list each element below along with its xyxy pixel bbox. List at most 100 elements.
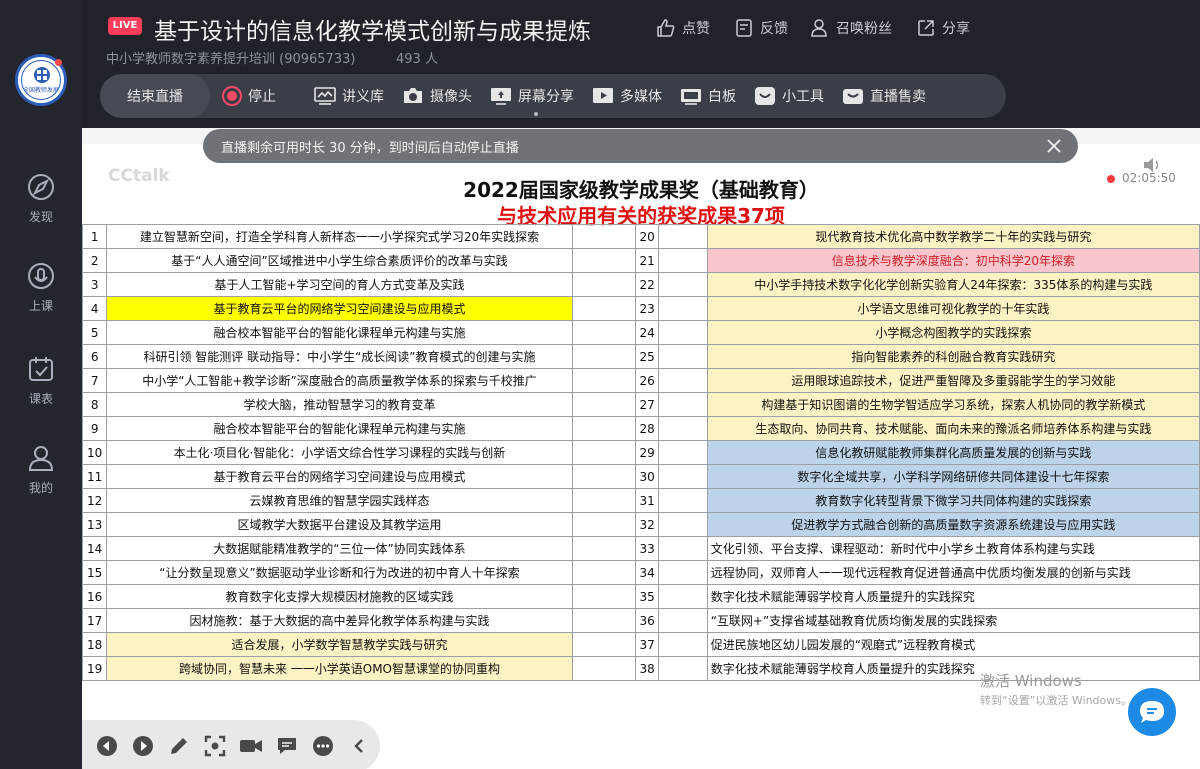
feedback-button[interactable]: 反馈 <box>734 18 788 38</box>
tools-label: 小工具 <box>782 89 824 105</box>
course-subtitle: 中小学教师数字素养提升培训 (90965733) <box>106 52 356 67</box>
tools-button[interactable]: 小工具 <box>754 86 824 106</box>
spacer-cell <box>571 464 636 489</box>
row-number: 16 <box>82 584 108 609</box>
award-title: 数字化全域共享，小学科学网络研修共同体建设十七年探索 <box>706 464 1200 489</box>
stop-record-icon <box>222 86 242 106</box>
row-number: 29 <box>634 440 660 465</box>
summon-fans-label: 召唤粉丝 <box>836 21 892 37</box>
row-number: 19 <box>82 656 108 681</box>
spacer-cell <box>571 344 636 369</box>
previous-button[interactable] <box>94 733 120 759</box>
left-sidebar: 全国教师发展 发现 上课 课表 我的 <box>0 0 82 769</box>
chat-bubble-icon <box>1140 701 1164 723</box>
screen-share-button[interactable]: 屏幕分享 <box>490 86 574 116</box>
spacer-cell <box>658 320 708 345</box>
row-number: 1 <box>82 224 108 249</box>
award-title: 基于教育云平台的网络学习空间建设与应用模式 <box>106 464 573 489</box>
share-icon <box>918 20 934 36</box>
live-badge: LIVE <box>108 17 142 35</box>
table-row: 9 融合校本智能平台的智能化课程单元构建与实施 28 生态取向、协同共育、技术赋能、面… <box>82 416 1200 441</box>
collapse-button[interactable] <box>346 733 372 759</box>
spacer-cell <box>571 296 636 321</box>
award-title: 运用眼球追踪技术，促进严重智障及多重弱能学生的学习效能 <box>706 368 1200 393</box>
screenshot-icon <box>204 735 226 757</box>
row-number: 4 <box>82 296 108 321</box>
chat-button[interactable] <box>1128 688 1176 736</box>
screen-share-label: 屏幕分享 <box>518 89 574 105</box>
spacer-cell <box>658 344 708 369</box>
emblem-icon <box>34 67 50 83</box>
sidebar-item-class[interactable]: 上课 <box>0 261 82 314</box>
presentation-controls <box>82 720 380 769</box>
spacer-cell <box>658 416 708 441</box>
recording-time: 02:05:50 <box>1122 171 1176 185</box>
award-title: 科研引领 智能测评 联动指导：中小学生“成长阅读”教育模式的创建与实施 <box>106 344 573 369</box>
close-icon[interactable] <box>1044 136 1064 156</box>
sidebar-item-label: 发现 <box>28 210 53 224</box>
lecture-library-button[interactable]: 讲义库 <box>314 86 384 106</box>
comment-button[interactable] <box>274 733 300 759</box>
share-label: 分享 <box>942 21 970 37</box>
pen-button[interactable] <box>166 733 192 759</box>
spacer-cell <box>658 608 708 633</box>
multimedia-button[interactable]: 多媒体 <box>592 86 662 106</box>
row-number: 37 <box>634 632 660 657</box>
next-button[interactable] <box>130 733 156 759</box>
feedback-label: 反馈 <box>760 21 788 37</box>
table-row: 11 基于教育云平台的网络学习空间建设与应用模式 30 数字化全域共享，小学科学网络研… <box>82 464 1200 489</box>
award-title: 促进民族地区幼儿园发展的“观磨式”远程教育模式 <box>706 632 1200 657</box>
award-title: 现代教育技术优化高中数学教学二十年的实践与研究 <box>706 224 1200 249</box>
end-live-button[interactable]: 结束直播 <box>100 74 210 118</box>
stop-button[interactable]: 停止 <box>222 86 276 106</box>
award-title: 大数据赋能精准教学的“三位一体”协同实践体系 <box>106 536 573 561</box>
spacer-cell <box>571 512 636 537</box>
summon-fans-button[interactable]: 召唤粉丝 <box>810 18 892 38</box>
spacer-cell <box>658 656 708 681</box>
award-title: 区域教学大数据平台建设及其教学运用 <box>106 512 573 537</box>
live-sales-label: 直播售卖 <box>870 89 926 105</box>
award-title: 基于教育云平台的网络学习空间建设与应用模式 <box>106 296 573 321</box>
sidebar-item-profile[interactable]: 我的 <box>0 443 82 496</box>
table-row: 3 基于人工智能+学习空间的育人方式变革及实践 22 中小学手持技术数字化化学创新实验… <box>82 272 1200 297</box>
feedback-icon <box>736 19 752 37</box>
table-row: 17 因材施教：基于大数据的高中差异化教学体系构建与实践 36 “互联网+”支撑省域基… <box>82 608 1200 633</box>
windows-activation-title: 激活 Windows <box>980 672 1082 690</box>
slides-icon <box>314 87 336 105</box>
award-title: 中小学手持技术数字化化学创新实验育人24年探索：335体系的构建与实践 <box>706 272 1200 297</box>
row-number: 27 <box>634 392 660 417</box>
row-number: 18 <box>82 632 108 657</box>
sidebar-item-discover[interactable]: 发现 <box>0 172 82 225</box>
row-number: 25 <box>634 344 660 369</box>
table-row: 15 “让分数呈现意义”数据驱动学业诊断和行为改进的初中育人十年探索 34 远程协同，… <box>82 560 1200 585</box>
row-number: 3 <box>82 272 108 297</box>
table-row: 8 学校大脑，推动智慧学习的教育变革 27 构建基于知识图谱的生物学智适应学习系统，探… <box>82 392 1200 417</box>
spacer-cell <box>658 296 708 321</box>
spacer-cell <box>571 584 636 609</box>
spacer-cell <box>571 632 636 657</box>
sidebar-item-schedule[interactable]: 课表 <box>0 354 82 407</box>
table-row: 16 教育数字化支撑大规模因材施教的区域实践 35 数字化技术赋能薄弱学校育人质量提升… <box>82 584 1200 609</box>
like-button[interactable]: 点赞 <box>656 18 710 38</box>
calendar-check-icon <box>29 357 53 381</box>
award-title: 跨域协同，智慧未来 一一小学英语OMO智慧课堂的协同重构 <box>106 656 573 681</box>
screenshot-button[interactable] <box>202 733 228 759</box>
more-button[interactable] <box>310 733 336 759</box>
live-sales-button[interactable]: 直播售卖 <box>842 86 926 106</box>
channel-logo[interactable]: 全国教师发展 <box>15 54 67 106</box>
recording-dot <box>1107 175 1115 183</box>
camera-button[interactable]: 摄像头 <box>402 86 472 106</box>
shared-screen: 直播剩余可用时长 30 分钟，到时间后自动停止直播 CCtalk 2022届国家… <box>82 128 1200 769</box>
share-button[interactable]: 分享 <box>916 18 970 38</box>
spacer-cell <box>571 416 636 441</box>
video-camera-icon <box>240 740 262 752</box>
row-number: 7 <box>82 368 108 393</box>
award-title: 基于人工智能+学习空间的育人方式变革及实践 <box>106 272 573 297</box>
spacer-cell <box>571 248 636 273</box>
row-number: 38 <box>634 656 660 681</box>
table-row: 7 中小学“人工智能+教学诊断”深度融合的高质量教学体系的探索与千校推广 26 运用眼… <box>82 368 1200 393</box>
whiteboard-button[interactable]: 白板 <box>680 86 736 106</box>
video-button[interactable] <box>238 733 264 759</box>
thumbs-up-icon <box>657 19 675 37</box>
windows-activation-hint: 转到“设置”以激活 Windows。 <box>980 694 1132 707</box>
